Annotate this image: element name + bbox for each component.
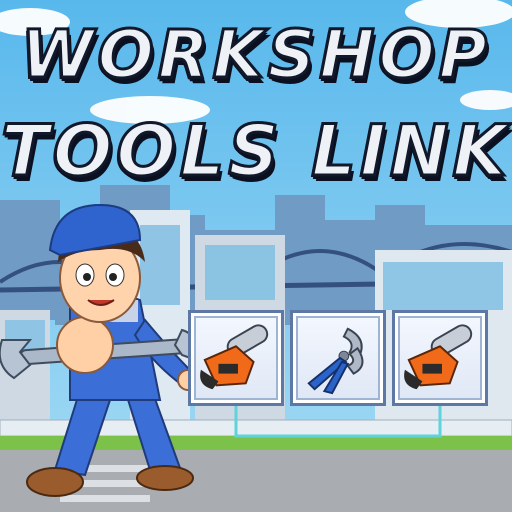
tile-chainsaw-2[interactable] [392,310,488,406]
tile-chainsaw-1[interactable] [188,310,284,406]
game-title-line-1: WORKSHOP [19,15,492,95]
chainsaw-icon [404,324,473,390]
chainsaw-icon [200,324,269,390]
tile-pliers[interactable] [290,310,386,406]
game-title-line-2: TOOLS LINK [0,109,511,194]
pliers-icon [307,327,364,395]
